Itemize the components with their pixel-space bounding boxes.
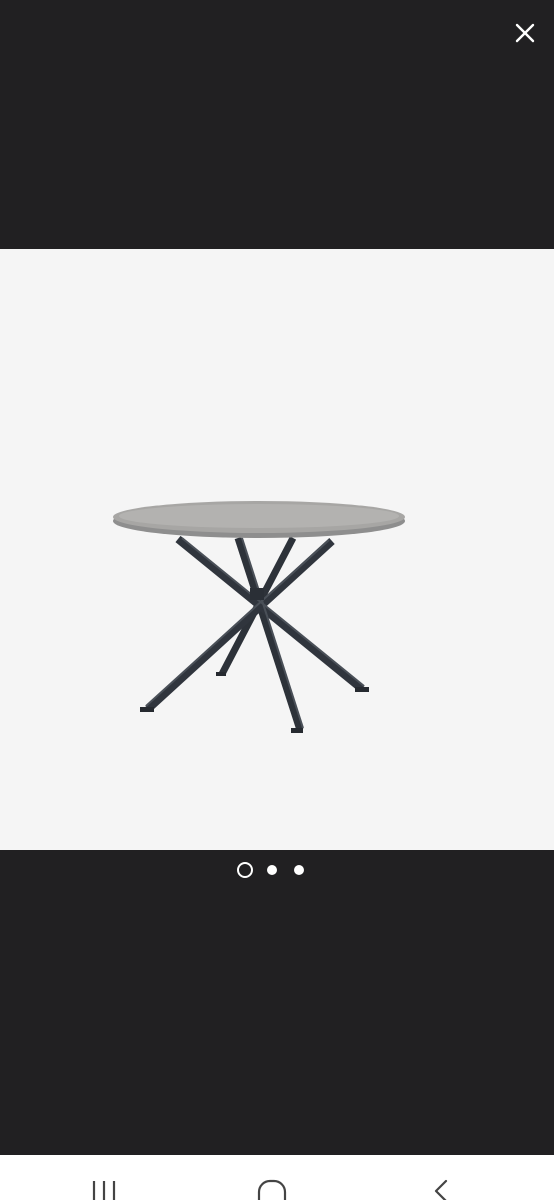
recent-apps-icon [92,1181,116,1200]
back-icon [434,1179,448,1200]
close-button[interactable] [508,16,542,50]
image-pager-dots [0,860,554,880]
close-icon [515,23,535,43]
image-viewer [0,0,554,1200]
home-button[interactable] [227,1155,317,1200]
pager-dot-2[interactable] [267,865,277,875]
product-photo[interactable] [0,249,554,850]
system-navigation-bar [0,1155,554,1200]
recent-apps-button[interactable] [59,1155,149,1200]
home-icon [257,1179,287,1200]
round-table-image [113,501,405,733]
back-button[interactable] [396,1155,486,1200]
pager-dot-3[interactable] [294,865,304,875]
pager-dot-1[interactable] [237,862,253,878]
